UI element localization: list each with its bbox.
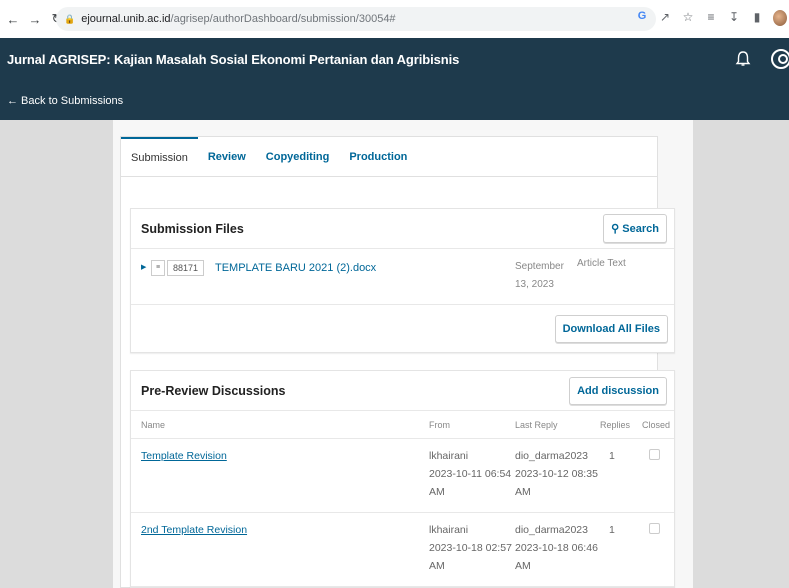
tab-production[interactable]: Production [339,137,417,177]
closed-checkbox[interactable] [649,523,660,534]
discussion-link[interactable]: 2nd Template Revision [141,521,247,539]
discussion-row: Template Revision lkhairani 2023-10-11 06… [131,439,674,513]
file-type: Article Text [577,258,626,269]
bookmark-star-icon[interactable]: ☆ [681,10,695,26]
back-to-submissions-link[interactable]: ← Back to Submissions [7,95,123,107]
browser-actions: G ↗ ☆ ≡ ↧ ▮ [635,10,789,26]
journal-title[interactable]: Jurnal AGRISEP: Kajian Masalah Sosial Ek… [7,52,459,67]
file-name-link[interactable]: TEMPLATE BARU 2021 (2).docx [215,262,376,274]
browser-toolbar: ← → ↻ 🔒 ejournal.unib.ac.id /agrisep/aut… [0,0,789,38]
main-area: Submission Review Copyediting Production… [0,120,789,588]
submission-files-panel: Submission Files ⚲ Search ▶ ≡ 88171 TEMP… [130,208,675,353]
add-discussion-button[interactable]: Add discussion [569,376,667,405]
tab-copyediting[interactable]: Copyediting [256,137,340,177]
file-date: September 13, 2023 [515,261,564,290]
discussion-last-reply: dio_darma2023 2023-10-12 08:35 AM [515,450,598,498]
discussion-replies: 1 [609,450,615,462]
discussion-from: lkhairani 2023-10-18 02:57 AM [429,524,512,572]
search-button[interactable]: ⚲ Search [603,214,667,243]
file-row: ▶ ≡ 88171 TEMPLATE BARU 2021 (2).docx Se… [131,249,674,305]
content-column: Submission Review Copyediting Production… [113,120,693,588]
profile-avatar[interactable] [773,10,787,26]
column-closed: Closed [642,420,671,430]
closed-checkbox[interactable] [649,449,660,460]
sidepanel-icon[interactable]: ▮ [750,10,764,26]
app-header: Jurnal AGRISEP: Kajian Masalah Sosial Ek… [0,38,789,120]
discussion-from: lkhairani 2023-10-11 06:54 AM [429,450,512,498]
forward-arrow-icon[interactable]: → [26,10,44,28]
back-arrow-icon[interactable]: ← [4,10,22,28]
google-icon[interactable]: G [635,10,649,26]
file-id: 88171 [167,260,205,276]
search-button-label: Search [622,223,659,235]
submission-files-title: Submission Files [141,221,244,236]
expand-triangle-icon[interactable]: ▶ [141,263,146,271]
column-replies: Replies [600,420,631,430]
column-name: Name [141,420,166,430]
discussion-row: 2nd Template Revision lkhairani 2023-10-1… [131,513,674,587]
lock-icon: 🔒 [64,13,76,24]
user-account-icon[interactable] [771,49,789,69]
discussion-column-headers: Name From Last Reply Replies Closed [131,411,674,439]
url-path: /agrisep/authorDashboard/submission/3005… [170,13,396,25]
discussion-last-reply: dio_darma2023 2023-10-18 06:46 AM [515,524,598,572]
document-icon: ≡ [151,260,165,276]
url-host: ejournal.unib.ac.id [81,13,171,25]
download-icon[interactable]: ↧ [727,10,741,26]
discussion-link[interactable]: Template Revision [141,447,227,465]
submission-tabs: Submission Review Copyediting Production [120,136,658,177]
discussion-replies: 1 [609,524,615,536]
download-all-files-button[interactable]: Download All Files [554,315,668,343]
column-last-reply: Last Reply [515,420,558,430]
share-icon[interactable]: ↗ [658,10,672,26]
pre-review-discussions-panel: Pre-Review Discussions Add discussion Na… [130,370,675,588]
reading-list-icon[interactable]: ≡ [704,10,718,26]
column-from: From [429,420,450,430]
address-bar[interactable]: 🔒 ejournal.unib.ac.id /agrisep/authorDas… [56,7,656,31]
discussions-title: Pre-Review Discussions [141,383,286,398]
search-icon: ⚲ [611,223,623,235]
tab-review[interactable]: Review [198,137,256,177]
notification-bell-icon[interactable] [734,50,752,68]
tab-submission[interactable]: Submission [121,137,198,177]
